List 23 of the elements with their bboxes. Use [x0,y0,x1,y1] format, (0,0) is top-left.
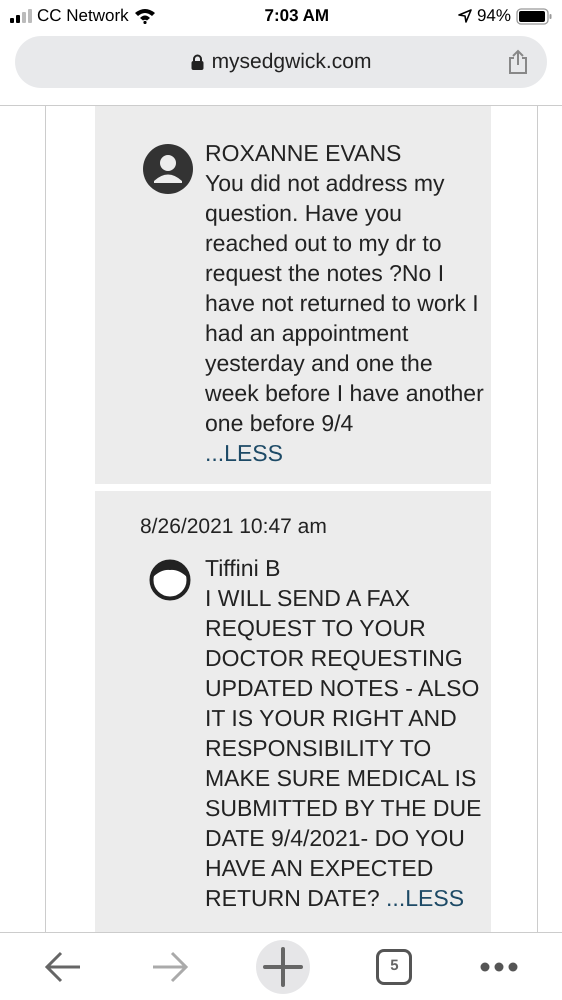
wifi-icon [134,8,156,24]
less-link[interactable]: ...LESS [205,438,283,468]
new-tab-icon[interactable] [256,940,310,994]
message-text: You did not address my question. Have you reached out to my dr to request the notes ?No I have not returned to work I had an appointment yesterday and one the week before I have another one before 9/4 [205,169,485,438]
battery-icon [516,8,552,24]
share-icon[interactable] [507,49,529,75]
clock: 7:03 AM [264,5,330,28]
message-date: 8/26/2021 10:47 am [140,514,328,540]
address-bar[interactable]: mysedgwick.com [15,36,547,88]
carrier-name: CC Network [37,5,129,28]
message-text: I WILL SEND A FAX REQUEST TO YOUR DOCTOR REQUESTING UPDATED NOTES - ALSO IT IS YOUR RIGHT AND RESPONSIBILITY TO MAKE SURE MEDICAL IS SUBMITTED BY THE DUE DATE 9/4/2021- DO YOU HAVE AN EXPECTED RETURN DATE? ...LESS [205,584,482,912]
battery-percent: 94% [476,5,511,28]
url-text: mysedgwick.com [212,49,372,76]
location-icon [458,9,472,23]
lock-icon [190,54,204,70]
signal-icon [10,9,32,23]
less-link[interactable]: ...LESS [386,884,464,910]
avatar-icon [148,558,190,600]
more-icon[interactable] [478,960,519,972]
author-name: Tiffini B [205,554,282,582]
tabs-button[interactable]: 5 [376,948,412,984]
author-name: ROXANNE EVANS [205,139,402,168]
avatar-icon [142,144,192,194]
